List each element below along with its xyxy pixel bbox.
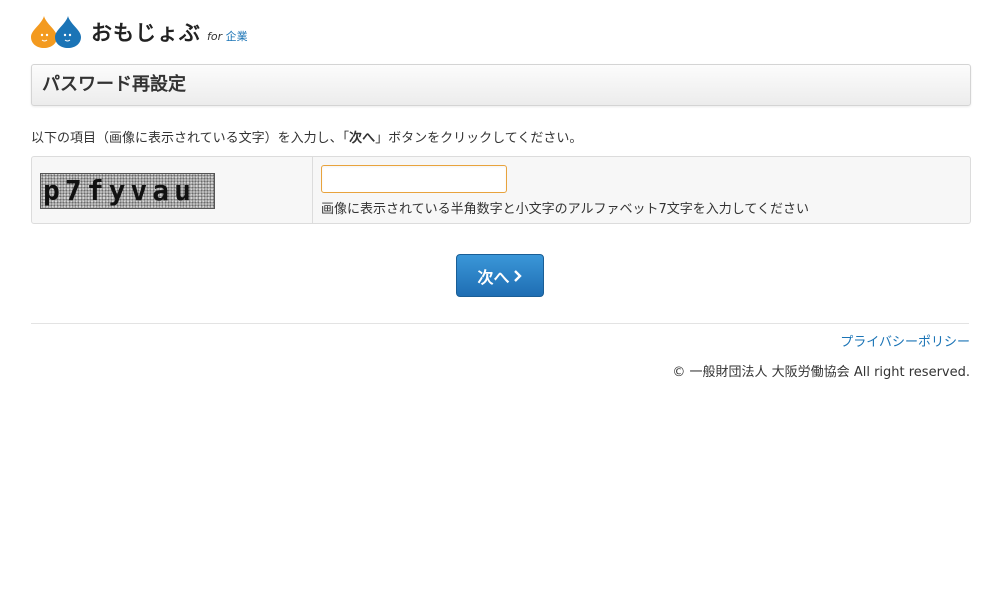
- chevron-right-icon: [513, 269, 522, 282]
- next-button-label: 次へ: [477, 267, 510, 287]
- blue-drop-icon: [55, 16, 81, 48]
- logo-mark-icon: [31, 14, 83, 50]
- captcha-input[interactable]: [321, 165, 507, 193]
- orange-drop-icon: [31, 16, 57, 48]
- site-logo[interactable]: おもじょぶ for 企業: [31, 14, 248, 50]
- title-panel: パスワード再設定: [31, 64, 971, 106]
- instruction-after: 」ボタンをクリックしてください。: [375, 131, 583, 146]
- copyright-text: © 一般財団法人 大阪労働協会 All right reserved.: [672, 365, 970, 380]
- footer-divider: [31, 323, 969, 324]
- captcha-form-row: p7fyvau 画像に表示されている半角数字と小文字のアルファベット7文字を入力…: [31, 156, 971, 224]
- logo-subtitle: for 企業: [207, 28, 248, 44]
- captcha-image-cell: p7fyvau: [32, 157, 313, 223]
- instruction-text: 以下の項目（画像に表示されている文字）を入力し、「次へ」ボタンをクリックしてくだ…: [31, 127, 582, 146]
- captcha-image: p7fyvau: [40, 173, 215, 209]
- logo-kigyo: 企業: [225, 30, 248, 43]
- captcha-text: p7fyvau: [43, 174, 197, 207]
- captcha-help-text: 画像に表示されている半角数字と小文字のアルファベット7文字を入力してください: [321, 202, 809, 217]
- instruction-before: 以下の項目（画像に表示されている文字）を入力し、「: [31, 131, 350, 146]
- logo-text: おもじょぶ: [91, 21, 201, 45]
- next-button[interactable]: 次へ: [456, 254, 544, 297]
- instruction-button-ref: 次へ: [349, 131, 376, 146]
- privacy-policy-link[interactable]: プライバシーポリシー: [840, 331, 970, 350]
- captcha-input-cell: 画像に表示されている半角数字と小文字のアルファベット7文字を入力してください: [313, 157, 970, 223]
- logo-for: for: [207, 30, 223, 43]
- page-title: パスワード再設定: [42, 74, 186, 95]
